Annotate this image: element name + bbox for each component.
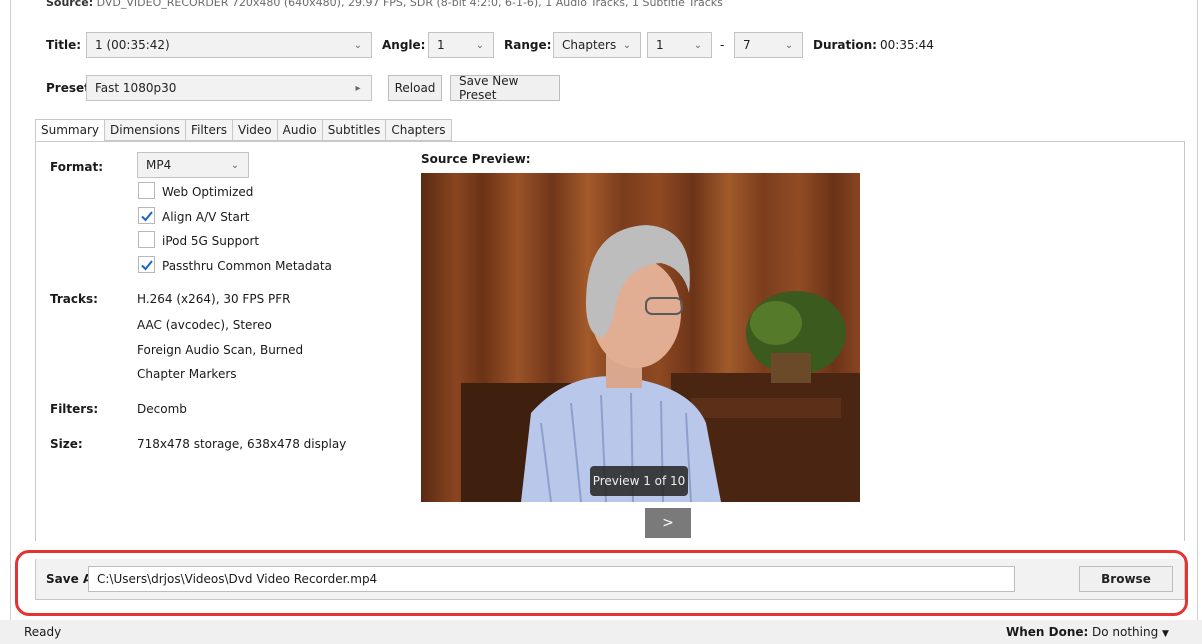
- format-dropdown[interactable]: MP4 ⌄: [137, 152, 249, 178]
- tab-subtitles[interactable]: Subtitles: [321, 119, 386, 141]
- source-preview-label: Source Preview:: [421, 152, 531, 166]
- preview-scene-illustration: [461, 225, 860, 502]
- range-mode-value: Chapters: [562, 38, 617, 52]
- web-optimized-checkbox[interactable]: [138, 182, 155, 199]
- track-item: Chapter Markers: [137, 367, 237, 381]
- highlight-annotation: [15, 550, 1188, 616]
- checkmark-icon: [141, 260, 153, 271]
- tab-dimensions[interactable]: Dimensions: [104, 119, 186, 141]
- passthru-metadata-checkbox[interactable]: [138, 256, 155, 273]
- checkmark-icon: [141, 211, 153, 222]
- source-info: Source: DVD_VIDEO_RECORDER 720x480 (640x…: [46, 0, 723, 9]
- next-preview-button[interactable]: >: [645, 508, 691, 538]
- align-av-start-label: Align A/V Start: [162, 210, 250, 224]
- chevron-down-icon: ⌄: [475, 39, 485, 51]
- triangle-right-icon: ▸: [355, 82, 361, 94]
- range-label: Range:: [504, 38, 552, 52]
- track-item: Foreign Audio Scan, Burned: [137, 343, 304, 357]
- tab-chapters[interactable]: Chapters: [385, 119, 452, 141]
- duration-label: Duration:: [813, 38, 877, 52]
- passthru-metadata-label: Passthru Common Metadata: [162, 259, 332, 273]
- chevron-down-icon: ⌄: [622, 39, 632, 51]
- filters-value: Decomb: [137, 402, 187, 416]
- ipod-5g-support-checkbox[interactable]: [138, 231, 155, 248]
- size-label: Size:: [50, 437, 83, 451]
- when-done-value: Do nothing: [1092, 625, 1159, 639]
- angle-dropdown-value: 1: [437, 38, 445, 52]
- track-item: AAC (avcodec), Stereo: [137, 318, 272, 332]
- title-label: Title:: [46, 38, 82, 52]
- status-text: Ready: [24, 625, 62, 639]
- range-end-dropdown[interactable]: 7 ⌄: [734, 32, 803, 58]
- angle-label: Angle:: [382, 38, 426, 52]
- chevron-down-icon: ⌄: [230, 159, 240, 171]
- tab-filters[interactable]: Filters: [185, 119, 233, 141]
- range-start-dropdown[interactable]: 1 ⌄: [647, 32, 712, 58]
- tab-bar: Summary Dimensions Filters Video Audio S…: [35, 119, 452, 141]
- chevron-down-icon: ⌄: [353, 39, 363, 51]
- title-dropdown-value: 1 (00:35:42): [95, 38, 170, 52]
- caret-down-icon: ▼: [1162, 629, 1169, 639]
- filters-label: Filters:: [50, 402, 99, 416]
- range-separator: -: [720, 38, 725, 52]
- range-mode-dropdown[interactable]: Chapters ⌄: [553, 32, 641, 58]
- chevron-down-icon: ⌄: [693, 39, 703, 51]
- angle-dropdown[interactable]: 1 ⌄: [428, 32, 494, 58]
- tab-summary[interactable]: Summary: [35, 119, 104, 141]
- duration-value: 00:35:44: [880, 38, 934, 52]
- reload-button[interactable]: Reload: [388, 75, 442, 101]
- chevron-down-icon: ⌄: [784, 39, 794, 51]
- tracks-label: Tracks:: [50, 292, 98, 306]
- format-value: MP4: [146, 158, 172, 172]
- range-start-value: 1: [656, 38, 664, 52]
- range-end-value: 7: [743, 38, 751, 52]
- format-label: Format:: [50, 160, 104, 174]
- web-optimized-label: Web Optimized: [162, 185, 254, 199]
- tab-audio[interactable]: Audio: [276, 119, 322, 141]
- when-done-label: When Done:: [1006, 625, 1089, 639]
- align-av-start-checkbox[interactable]: [138, 207, 155, 224]
- size-value: 718x478 storage, 638x478 display: [137, 437, 347, 451]
- when-done-dropdown[interactable]: Do nothing ▼: [1092, 625, 1169, 639]
- save-new-preset-button[interactable]: Save New Preset: [450, 74, 560, 102]
- preview-counter: Preview 1 of 10: [590, 466, 688, 496]
- source-label: Source:: [46, 0, 94, 9]
- track-item: H.264 (x264), 30 FPS PFR: [137, 292, 291, 306]
- ipod-5g-support-label: iPod 5G Support: [162, 234, 260, 248]
- title-dropdown[interactable]: 1 (00:35:42) ⌄: [86, 32, 372, 58]
- source-value: DVD_VIDEO_RECORDER 720x480 (640x480), 29…: [96, 0, 723, 9]
- preset-selector[interactable]: Fast 1080p30 ▸: [86, 75, 372, 101]
- tab-video[interactable]: Video: [232, 119, 277, 141]
- source-preview-image: [421, 173, 860, 502]
- preset-value: Fast 1080p30: [95, 81, 177, 95]
